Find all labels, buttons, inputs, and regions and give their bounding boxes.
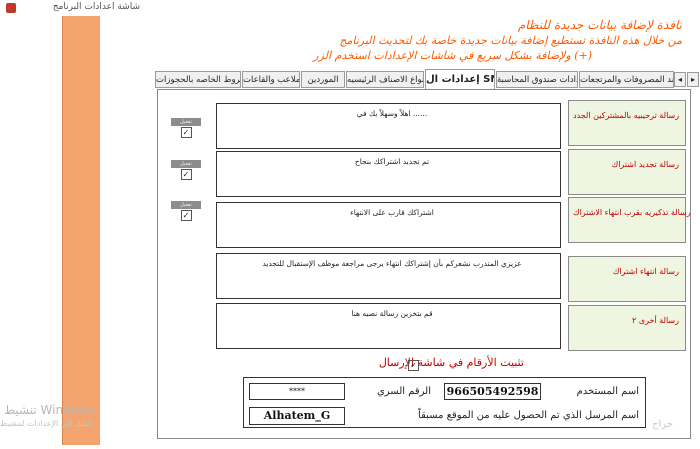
toggle-label: تفعيل — [171, 201, 201, 209]
fix-numbers-checkbox[interactable]: ✓ — [408, 360, 419, 371]
toggle-renewal: تفعيل ✓ — [171, 160, 201, 180]
toggle-expiry-reminder: تفعيل ✓ — [171, 201, 201, 221]
message-text: تم تجديد اشتراكك بنجاح — [354, 157, 430, 166]
password-label: الرقم السري — [376, 386, 431, 397]
credentials-frame: اسم المستخدم 966505492598 الرقم السري **… — [243, 377, 646, 428]
message-text: عزيزي المتدرب نشعركم بأن إشتراكك انتهاء … — [262, 259, 522, 268]
expiry-reminder-message-field[interactable]: اشتراكك قارب على الانتهاء — [216, 202, 561, 248]
label-text: رسالة تذكيريه بقرب انتهاء الاشتراك — [573, 208, 691, 217]
toggle-welcome: تفعيل ✓ — [171, 118, 201, 138]
other-message-field[interactable]: قم بتخزين رسالة نصيه هنا — [216, 303, 561, 349]
label-text: رسالة تجديد اشتراك — [611, 160, 679, 169]
tab-expenses-returns[interactable]: بند المصروفات والمرتجعات — [579, 71, 674, 88]
message-text: اشتراكك قارب على الانتهاء — [350, 208, 434, 217]
welcome-message-field[interactable]: اهلاً وسهلاً بك في ...... — [216, 103, 561, 149]
windows-activation-watermark: تنشيط Windows — [4, 403, 95, 417]
app-icon — [6, 3, 16, 13]
sender-name-label: اسم المرسل الذي تم الحصول عليه من الموقع… — [418, 410, 639, 421]
username-field[interactable]: 966505492598 — [444, 383, 541, 400]
tab-scroll-right-button[interactable]: ▸ — [687, 72, 699, 87]
title-bar: شاشة اعدادات البرنامج — [0, 0, 700, 16]
label-expiry-reminder: رسالة تذكيريه بقرب انتهاء الاشتراك — [568, 197, 691, 243]
label-renewal: رسالة تجديد اشتراك — [568, 149, 686, 195]
header-description: نافذة لإضافة بيانات جديدة للنظام من خلال… — [92, 18, 682, 63]
toggle-label: تفعيل — [171, 118, 201, 126]
toggle-label: تفعيل — [171, 160, 201, 168]
settings-tab-bar: الشروط الخاصه بالحجوزات الملاعب والقاعات… — [154, 69, 700, 89]
header-line-1: نافذة لإضافة بيانات جديدة للنظام — [517, 18, 682, 32]
tab-item-types[interactable]: انواع الاصناف الرئيسيه — [346, 71, 424, 88]
fix-numbers-label: تثبيت الأرقام في شاشة الإرسال — [378, 356, 524, 369]
expiry-reminder-checkbox[interactable]: ✓ — [180, 210, 192, 221]
label-other: رسالة أخرى ٢ — [568, 305, 686, 351]
label-welcome: رسالة ترحيبيه بالمشتركين الجدد — [568, 100, 686, 146]
label-expiration: رسالة انتهاء اشتراك — [568, 256, 686, 302]
username-label: اسم المستخدم — [576, 386, 639, 397]
site-watermark-logo: حراج — [652, 419, 673, 430]
tab-cashbox-settings[interactable]: إعدادات صندوق المحاسبة — [496, 71, 578, 88]
message-text: قم بتخزين رسالة نصيه هنا — [351, 309, 433, 318]
label-text: رسالة ترحيبيه بالمشتركين الجدد — [573, 111, 680, 120]
renewal-message-field[interactable]: تم تجديد اشتراكك بنجاح — [216, 151, 561, 197]
label-text: رسالة انتهاء اشتراك — [612, 267, 679, 276]
tab-courts-halls[interactable]: الملاعب والقاعات — [242, 71, 300, 88]
header-line-2: من خلال هذه النافذة تستطيع إضافة بيانات … — [339, 34, 682, 47]
welcome-checkbox[interactable]: ✓ — [180, 127, 192, 138]
windows-activation-hint: انتقل إلى الإعدادات لتنشيط — [0, 419, 92, 428]
sender-name-field[interactable]: Alhatem_G — [249, 407, 345, 425]
password-field[interactable]: **** — [249, 383, 345, 400]
renewal-checkbox[interactable]: ✓ — [180, 169, 192, 180]
tab-booking-terms[interactable]: الشروط الخاصه بالحجوزات — [155, 71, 241, 88]
message-text: اهلاً وسهلاً بك في ...... — [356, 109, 428, 118]
tab-suppliers[interactable]: الموردين — [301, 71, 345, 88]
tab-sms-settings[interactable]: إعدادات ال SMS — [425, 69, 495, 89]
expiration-message-field[interactable]: عزيزي المتدرب نشعركم بأن إشتراكك انتهاء … — [216, 253, 561, 299]
window-title: شاشة اعدادات البرنامج — [52, 2, 140, 12]
label-text: رسالة أخرى ٢ — [632, 316, 679, 325]
tab-scroll-left-button[interactable]: ◂ — [674, 72, 686, 87]
header-line-3: ولإضافة بشكل سريع في شاشات الإعدادات است… — [313, 49, 592, 62]
decorative-side-strip — [62, 16, 100, 445]
